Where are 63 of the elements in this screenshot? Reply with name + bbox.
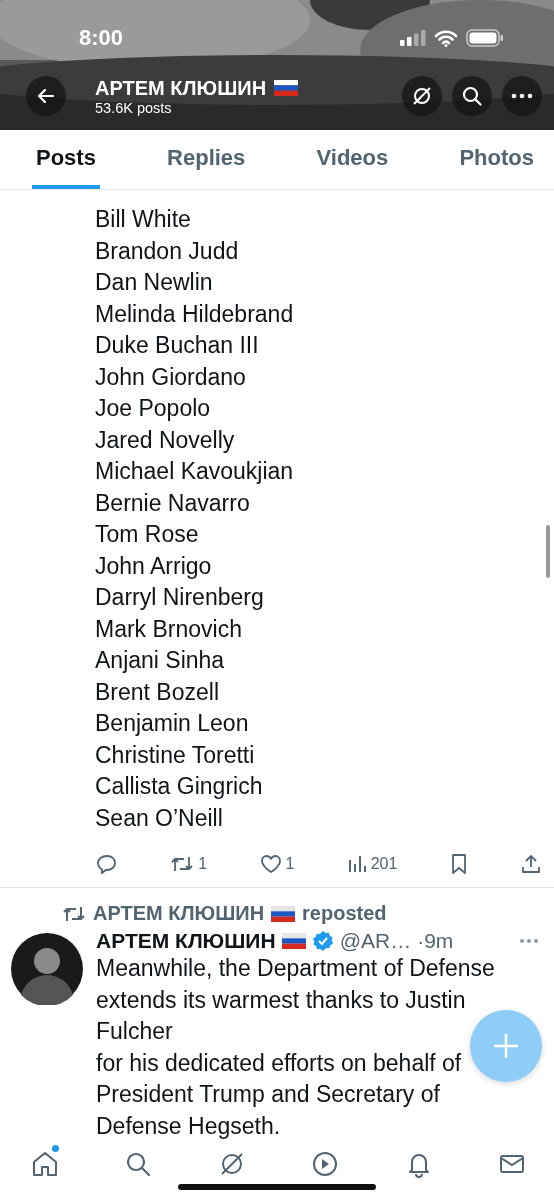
flag-icon <box>274 80 299 96</box>
search-icon[interactable] <box>124 1150 153 1178</box>
action-count: 201 <box>370 854 398 873</box>
profile-tab[interactable]: Videos <box>312 130 393 189</box>
search-icon <box>461 85 483 107</box>
heart-icon[interactable] <box>259 853 282 874</box>
reposter-name: АРТЕМ КЛЮШИН <box>93 902 265 925</box>
play-icon[interactable] <box>311 1150 340 1178</box>
profile-tab[interactable]: Posts <box>32 130 100 189</box>
wifi-icon <box>434 29 458 47</box>
name-line: Mark Brnovich <box>95 614 242 644</box>
status-time: 8:00 <box>79 25 124 51</box>
name-line: Brent Bozell <box>95 677 219 707</box>
post-text: extends its warmest thanks to Justin <box>96 985 466 1015</box>
name-line: Anjani Sinha <box>95 646 225 675</box>
more-icon[interactable] <box>519 938 539 944</box>
name-line: Michael Kavoukjian <box>95 457 294 486</box>
post-count: 53.6K posts <box>95 99 173 116</box>
name-line: Sean O’Neill <box>95 803 223 833</box>
bookmark-icon[interactable] <box>449 852 468 875</box>
reply-icon[interactable] <box>96 852 118 875</box>
name-line: Dan Newlin <box>95 268 213 297</box>
author-name: АРТЕМ КЛЮШИН <box>96 929 276 953</box>
post-text: Meanwhile, the Department of Defense <box>96 954 495 983</box>
post-text: Fulcher <box>96 1017 173 1046</box>
views-icon[interactable] <box>346 853 367 874</box>
share-icon[interactable] <box>520 852 542 875</box>
name-line: Duke Buchan III <box>95 331 259 360</box>
flag-icon <box>281 933 306 949</box>
name-line: Melinda Hildebrand <box>95 299 294 329</box>
more-icon <box>511 93 533 99</box>
post-time: ·9m <box>417 929 454 953</box>
name-line: John Giordano <box>95 362 246 392</box>
repost-label: reposted <box>302 902 387 925</box>
slashed-circle-icon <box>411 85 433 107</box>
profile-name: АРТЕМ КЛЮШИН <box>95 76 267 100</box>
name-line: Benjamin Leon <box>95 709 249 738</box>
name-line: Brandon Judd <box>95 236 239 266</box>
flag-icon <box>271 905 296 922</box>
battery-icon <box>466 29 504 47</box>
signal-icon <box>400 30 426 46</box>
name-line: Joe Popolo <box>95 394 211 423</box>
profile-tab[interactable]: Photos <box>455 130 538 189</box>
name-line: Bernie Navarro <box>95 488 250 518</box>
name-line: Bill White <box>95 205 191 234</box>
name-line: Callista Gingrich <box>95 772 263 801</box>
action-count: 1 <box>285 854 295 873</box>
author-handle: @AR… <box>339 929 412 953</box>
back-arrow-icon <box>36 86 56 106</box>
name-line: Tom Rose <box>95 520 199 549</box>
scrollbar <box>546 525 550 578</box>
post-text: President Trump and Secretary of <box>96 1080 440 1109</box>
home-icon[interactable] <box>31 1150 59 1178</box>
name-line: John Arrigo <box>95 551 212 581</box>
action-count: 1 <box>198 854 208 873</box>
plus-icon <box>492 1032 520 1060</box>
avatar <box>11 933 83 1005</box>
profile-tab[interactable]: Replies <box>163 130 250 189</box>
name-line: Christine Toretti <box>95 740 255 770</box>
post-text: for his dedicated efforts on behalf of <box>96 1048 462 1078</box>
post-text: Defense Hegseth. <box>96 1111 281 1141</box>
name-line: Jared Novelly <box>95 425 235 455</box>
name-line: Darryl Nirenberg <box>95 583 264 612</box>
